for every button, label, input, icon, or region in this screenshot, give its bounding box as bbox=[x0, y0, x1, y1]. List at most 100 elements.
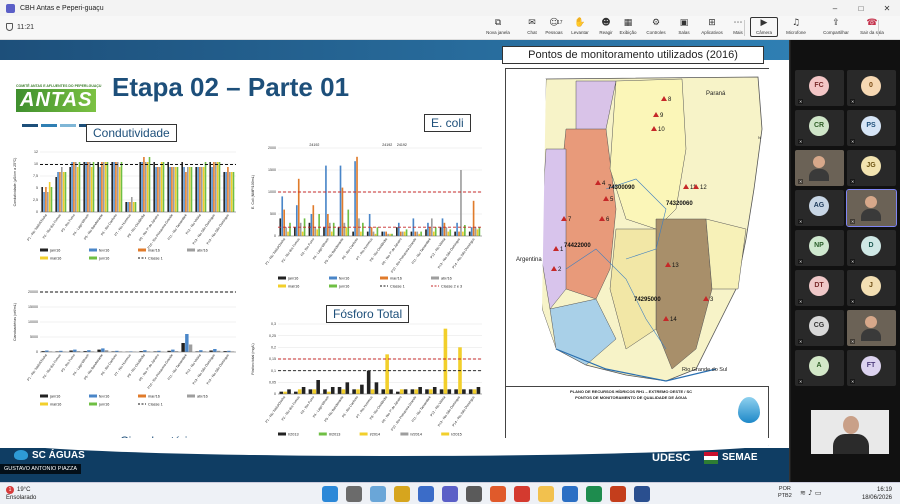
participant-tile[interactable]: PS ✕ bbox=[847, 110, 896, 146]
folder-icon[interactable] bbox=[538, 486, 554, 502]
bar bbox=[401, 231, 404, 236]
dell-icon[interactable] bbox=[466, 486, 482, 502]
legend-label: fev/16 bbox=[339, 276, 349, 280]
y-tick-label: 15000 bbox=[28, 305, 38, 309]
bar bbox=[167, 162, 169, 212]
participant-tile[interactable]: DT ✕ bbox=[795, 270, 844, 306]
bar bbox=[190, 167, 193, 212]
bar bbox=[213, 349, 217, 352]
salas-button[interactable]: ▣ Salas bbox=[670, 18, 698, 35]
excel-icon[interactable] bbox=[586, 486, 602, 502]
y-tick-label: 500 bbox=[270, 212, 276, 216]
bar bbox=[232, 172, 235, 212]
bar bbox=[78, 162, 81, 212]
bar bbox=[127, 202, 129, 212]
bar bbox=[447, 231, 450, 236]
chart-svg: E. Coli (NMP/100mL)0500100015002000P1 - … bbox=[251, 143, 482, 288]
language-indicator[interactable]: POR PTB2 bbox=[778, 486, 792, 500]
participant-tile[interactable]: JG ✕ bbox=[847, 150, 896, 186]
bar bbox=[327, 214, 329, 236]
bar bbox=[478, 227, 481, 236]
avatar: AG bbox=[809, 196, 829, 216]
chrome-icon[interactable] bbox=[394, 486, 410, 502]
compartilhar-button[interactable]: ⇪ Compartilhar bbox=[822, 18, 850, 35]
bar bbox=[434, 227, 437, 236]
participant-video-tile-selected[interactable]: ✕ bbox=[846, 189, 897, 227]
weather-widget[interactable]: 1 19°C Ensolarado bbox=[6, 486, 36, 502]
close-icon[interactable]: ✕ bbox=[874, 4, 900, 13]
word-icon[interactable] bbox=[562, 486, 578, 502]
participant-tile[interactable]: CG ✕ bbox=[795, 310, 844, 346]
start-icon[interactable] bbox=[322, 486, 338, 502]
mais-button[interactable]: ⋯ Mais bbox=[724, 18, 752, 35]
participant-tile[interactable]: J ✕ bbox=[847, 270, 896, 306]
levantar-button[interactable]: ✋ Levantar bbox=[566, 18, 594, 35]
legend-swatch bbox=[318, 432, 327, 436]
toolbar-button-label: Aplicativos bbox=[701, 30, 723, 35]
participant-video-tile[interactable]: ✕ bbox=[795, 150, 844, 186]
participant-tile[interactable]: D ✕ bbox=[847, 230, 896, 266]
nova-janela-button[interactable]: ⧉ Nova janela bbox=[484, 18, 512, 35]
câmera-button[interactable]: ▶ Câmera bbox=[750, 17, 778, 37]
participant-tile[interactable]: A ✕ bbox=[795, 350, 844, 386]
bar bbox=[345, 227, 348, 236]
antas-logo: COMITÊ ANTAS E AFLUENTES DO PEPERI-GUAÇU… bbox=[16, 84, 101, 114]
maximize-icon[interactable]: □ bbox=[848, 4, 874, 13]
legend-swatch bbox=[138, 394, 146, 398]
bar bbox=[283, 391, 287, 394]
presenter-name: GUSTAVO ANTONIO PIAZZA bbox=[0, 464, 82, 474]
participant-tile[interactable]: FC ✕ bbox=[795, 70, 844, 106]
outlook-icon[interactable] bbox=[634, 486, 650, 502]
bar bbox=[92, 162, 95, 212]
wifi-icon[interactable]: ≋ bbox=[800, 489, 806, 497]
controles-button[interactable]: ⚙ Controles bbox=[642, 18, 670, 35]
bar bbox=[69, 167, 71, 212]
firefox-icon[interactable] bbox=[490, 486, 506, 502]
bar bbox=[356, 389, 360, 394]
monitoring-point-number: 14 bbox=[670, 317, 677, 323]
battery-icon[interactable]: ▭ bbox=[815, 489, 822, 497]
participant-tile[interactable]: 0 ✕ bbox=[847, 70, 896, 106]
participant-tile[interactable]: AG ✕ bbox=[795, 190, 844, 226]
bar bbox=[118, 167, 121, 212]
participant-video-tile[interactable]: ✕ bbox=[847, 310, 896, 346]
exibição-button[interactable]: ▦ Exibição bbox=[614, 18, 642, 35]
system-tray[interactable]: ≋ ♪ ▭ bbox=[800, 489, 821, 497]
legend-label: jan/16 bbox=[49, 248, 60, 252]
participant-tile[interactable]: CR ✕ bbox=[795, 110, 844, 146]
bar bbox=[470, 227, 473, 236]
x-tick-label: P10 - Rio Primavera Grande bbox=[390, 395, 417, 432]
muted-mic-icon: ✕ bbox=[850, 139, 856, 144]
bar bbox=[427, 222, 429, 236]
bar bbox=[420, 231, 422, 236]
volume-icon[interactable]: ♪ bbox=[808, 489, 812, 497]
bar bbox=[181, 343, 185, 352]
bar bbox=[383, 231, 386, 236]
map-label-parana: Paraná bbox=[706, 91, 726, 97]
teams-icon[interactable] bbox=[442, 486, 458, 502]
pessoas-button[interactable]: ☺ 17 Pessoas bbox=[540, 18, 568, 35]
bar bbox=[283, 209, 285, 236]
bar bbox=[337, 227, 340, 236]
widgets-icon[interactable] bbox=[370, 486, 386, 502]
legend-label: mar/16 bbox=[390, 276, 402, 280]
legend-label: Classe 1 bbox=[390, 284, 405, 288]
search-icon[interactable] bbox=[346, 486, 362, 502]
participant-tile[interactable]: NP ✕ bbox=[795, 230, 844, 266]
aplicativos-button[interactable]: ⊞ Aplicativos bbox=[698, 18, 726, 35]
edge-icon[interactable] bbox=[418, 486, 434, 502]
chrome-icon-2[interactable] bbox=[514, 486, 530, 502]
microfone-button[interactable]: ♫ Microfone bbox=[782, 18, 810, 35]
y-axis-label: Cianobactérias (cél/mL) bbox=[13, 303, 17, 341]
sair-da-sala-button[interactable]: ☎ Sair da sala bbox=[858, 18, 886, 35]
bar bbox=[472, 389, 477, 394]
clock[interactable]: 16:19 18/06/2026 bbox=[852, 486, 892, 502]
legend-label: II/2013 bbox=[329, 432, 341, 436]
participant-tile[interactable]: FT ✕ bbox=[847, 350, 896, 386]
speaker-video[interactable] bbox=[811, 410, 889, 454]
bar bbox=[76, 167, 79, 212]
bar bbox=[314, 227, 317, 236]
minimize-icon[interactable]: – bbox=[822, 4, 848, 13]
legend-label: mai/16 bbox=[50, 256, 61, 260]
powerpoint-icon[interactable] bbox=[610, 486, 626, 502]
